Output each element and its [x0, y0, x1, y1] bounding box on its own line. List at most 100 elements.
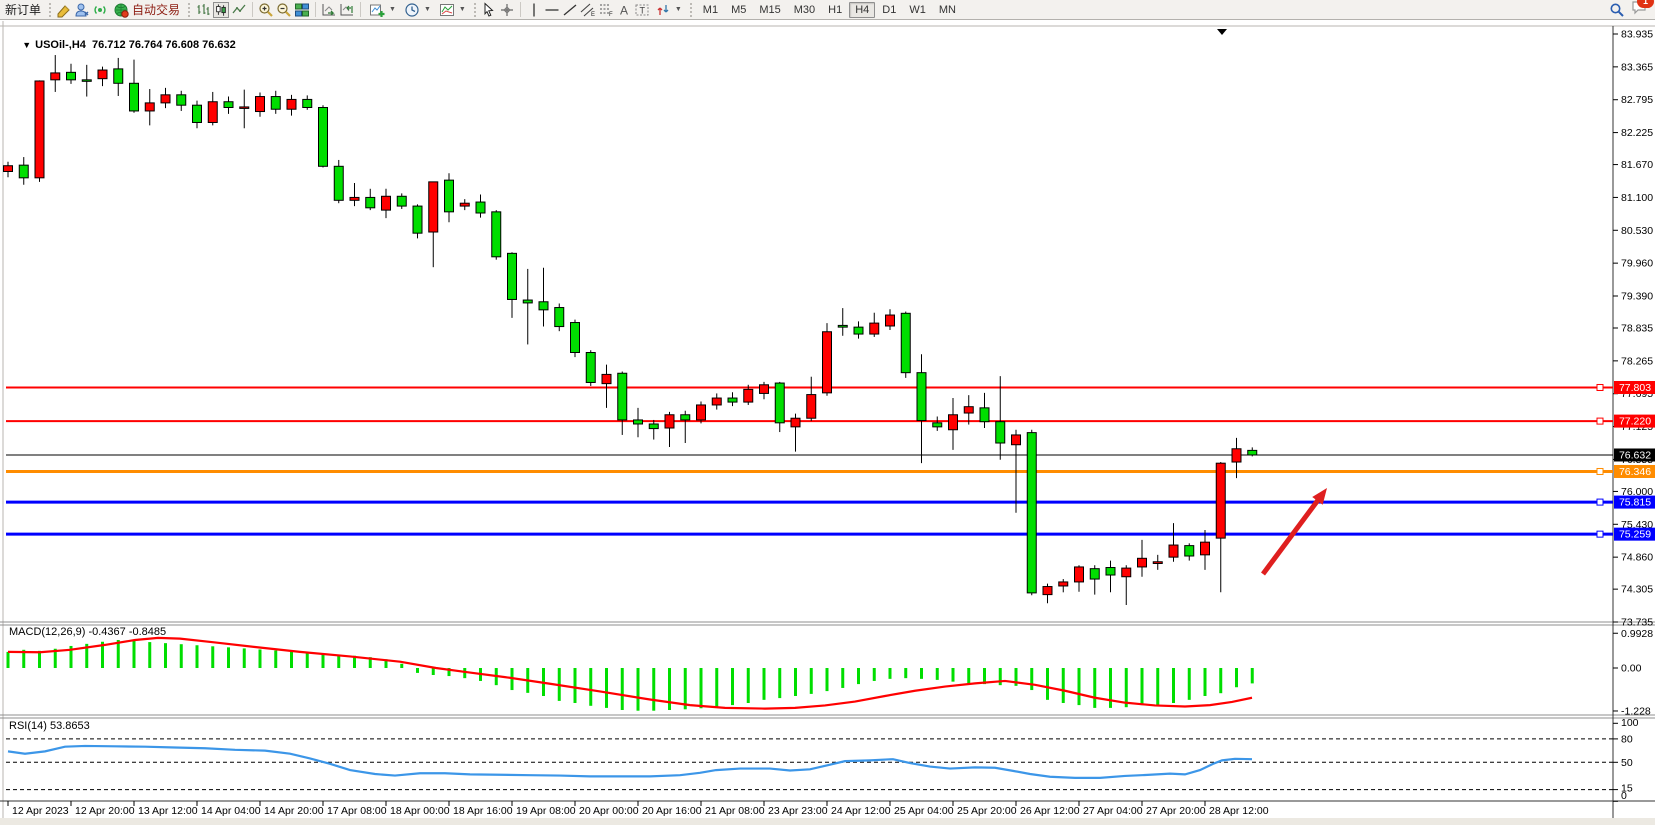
- svg-text:78.835: 78.835: [1621, 322, 1653, 334]
- vertical-line-tool-icon[interactable]: [526, 2, 542, 18]
- svg-text:0.00: 0.00: [1621, 663, 1642, 675]
- toolbar: 新订单 自动交易: [0, 0, 1655, 20]
- line-chart-mode-icon[interactable]: [231, 2, 247, 18]
- svg-text:26 Apr 12:00: 26 Apr 12:00: [1020, 805, 1080, 817]
- svg-text:24 Apr 12:00: 24 Apr 12:00: [831, 805, 891, 817]
- svg-text:14 Apr 20:00: 14 Apr 20:00: [264, 805, 324, 817]
- svg-text:25 Apr 20:00: 25 Apr 20:00: [957, 805, 1017, 817]
- tab-timeframe-MN[interactable]: MN: [933, 2, 962, 18]
- svg-text:81.100: 81.100: [1621, 192, 1653, 204]
- svg-text:0: 0: [1621, 790, 1627, 802]
- trendline-tool-icon[interactable]: [562, 2, 578, 18]
- toolbar-grip: [474, 3, 476, 17]
- crosshair-icon[interactable]: [499, 2, 515, 18]
- chevron-down-icon: ▼: [459, 6, 466, 13]
- chart-symbol: USOil-,H4: [35, 39, 86, 51]
- separator: [252, 2, 253, 17]
- svg-text:76.346: 76.346: [1619, 466, 1651, 478]
- notifications-button[interactable]: 1: [1631, 0, 1647, 20]
- tab-timeframe-M30[interactable]: M30: [788, 2, 821, 18]
- chart-shift-icon[interactable]: [339, 2, 355, 18]
- collapse-icon[interactable]: ▼: [22, 40, 31, 50]
- periods-button[interactable]: ▼: [401, 1, 434, 19]
- svg-text:80: 80: [1621, 733, 1633, 745]
- separator: [520, 2, 521, 17]
- svg-text:20 Apr 00:00: 20 Apr 00:00: [579, 805, 639, 817]
- svg-text:74.860: 74.860: [1621, 552, 1653, 564]
- macd-indicator-label: MACD(12,26,9) -0.4367 -0.8485: [9, 626, 166, 638]
- auto-trading-button[interactable]: 自动交易: [110, 1, 183, 19]
- tab-timeframe-M15[interactable]: M15: [753, 2, 786, 18]
- clock-icon: [404, 2, 420, 18]
- svg-text:82.795: 82.795: [1621, 94, 1653, 106]
- templates-button[interactable]: ▼: [436, 1, 469, 19]
- bar-chart-mode-icon[interactable]: [195, 2, 211, 18]
- fibonacci-tool-icon[interactable]: F: [598, 2, 614, 18]
- svg-text:77.803: 77.803: [1619, 382, 1651, 394]
- order-ticket-icon[interactable]: [56, 2, 72, 18]
- auto-scroll-icon[interactable]: [321, 2, 337, 18]
- chevron-down-icon: ▼: [424, 6, 431, 13]
- search-icon[interactable]: [1609, 2, 1625, 18]
- chevron-down-icon: ▼: [389, 6, 396, 13]
- zoom-out-icon[interactable]: [276, 2, 292, 18]
- svg-text:0.9928: 0.9928: [1621, 628, 1653, 640]
- rsi-indicator-label: RSI(14) 53.8653: [9, 720, 90, 732]
- svg-text:79.960: 79.960: [1621, 258, 1653, 270]
- new-order-button[interactable]: 新订单: [2, 1, 44, 19]
- svg-text:12 Apr 2023: 12 Apr 2023: [12, 805, 69, 817]
- svg-text:A: A: [620, 3, 628, 17]
- svg-text:27 Apr 20:00: 27 Apr 20:00: [1146, 805, 1206, 817]
- svg-text:78.265: 78.265: [1621, 355, 1653, 367]
- svg-text:80.530: 80.530: [1621, 225, 1653, 237]
- indicators-button[interactable]: ▼: [366, 1, 399, 19]
- svg-text:79.390: 79.390: [1621, 291, 1653, 303]
- tab-timeframe-M1[interactable]: M1: [697, 2, 724, 18]
- tab-timeframe-H4[interactable]: H4: [849, 2, 875, 18]
- svg-text:74.305: 74.305: [1621, 584, 1653, 596]
- chevron-down-icon: ▼: [675, 6, 682, 13]
- svg-text:12 Apr 20:00: 12 Apr 20:00: [75, 805, 135, 817]
- text-label-tool-icon[interactable]: T: [634, 2, 650, 18]
- auto-trading-icon: [113, 2, 129, 18]
- toolbar-grip: [690, 3, 692, 17]
- cursor-icon[interactable]: [481, 2, 497, 18]
- svg-text:18 Apr 16:00: 18 Apr 16:00: [453, 805, 513, 817]
- svg-text:13 Apr 12:00: 13 Apr 12:00: [138, 805, 198, 817]
- tab-timeframe-D1[interactable]: D1: [876, 2, 902, 18]
- candlestick-mode-icon[interactable]: [213, 2, 229, 18]
- svg-text:50: 50: [1621, 757, 1633, 769]
- horizontal-line-tool-icon[interactable]: [544, 2, 560, 18]
- equidistant-channel-tool-icon[interactable]: E: [580, 2, 596, 18]
- svg-text:17 Apr 08:00: 17 Apr 08:00: [327, 805, 387, 817]
- template-chart-icon: [439, 2, 455, 18]
- svg-text:T: T: [639, 5, 645, 15]
- tile-windows-icon[interactable]: [294, 2, 310, 18]
- separator: [360, 2, 361, 17]
- tab-timeframe-M5[interactable]: M5: [725, 2, 752, 18]
- separator: [315, 2, 316, 17]
- tab-timeframe-W1[interactable]: W1: [903, 2, 932, 18]
- signal-icon[interactable]: [92, 2, 108, 18]
- zoom-in-icon[interactable]: [258, 2, 274, 18]
- arrows-tool-button[interactable]: ▼: [652, 1, 685, 19]
- tab-timeframe-H1[interactable]: H1: [822, 2, 848, 18]
- svg-text:14 Apr 04:00: 14 Apr 04:00: [201, 805, 261, 817]
- indicators-icon: [369, 2, 385, 18]
- auto-trading-label: 自动交易: [132, 1, 180, 18]
- svg-text:18 Apr 00:00: 18 Apr 00:00: [390, 805, 450, 817]
- chart-title: ▼USOil-,H4 76.712 76.764 76.608 76.632: [10, 27, 236, 63]
- svg-text:77.220: 77.220: [1619, 416, 1651, 428]
- text-tool-icon[interactable]: A: [616, 2, 632, 18]
- chart-canvas[interactable]: 83.93583.36582.79582.22581.67081.10080.5…: [0, 21, 1655, 825]
- toolbar-grip: [188, 3, 190, 17]
- svg-text:75.259: 75.259: [1619, 529, 1651, 541]
- svg-text:-1.228: -1.228: [1621, 705, 1651, 717]
- svg-text:83.365: 83.365: [1621, 61, 1653, 73]
- svg-text:73.735: 73.735: [1621, 616, 1653, 628]
- svg-text:81.670: 81.670: [1621, 159, 1653, 171]
- accounts-icon[interactable]: [74, 2, 90, 18]
- svg-text:27 Apr 04:00: 27 Apr 04:00: [1083, 805, 1143, 817]
- svg-text:21 Apr 08:00: 21 Apr 08:00: [705, 805, 765, 817]
- notification-badge: 1: [1637, 0, 1654, 8]
